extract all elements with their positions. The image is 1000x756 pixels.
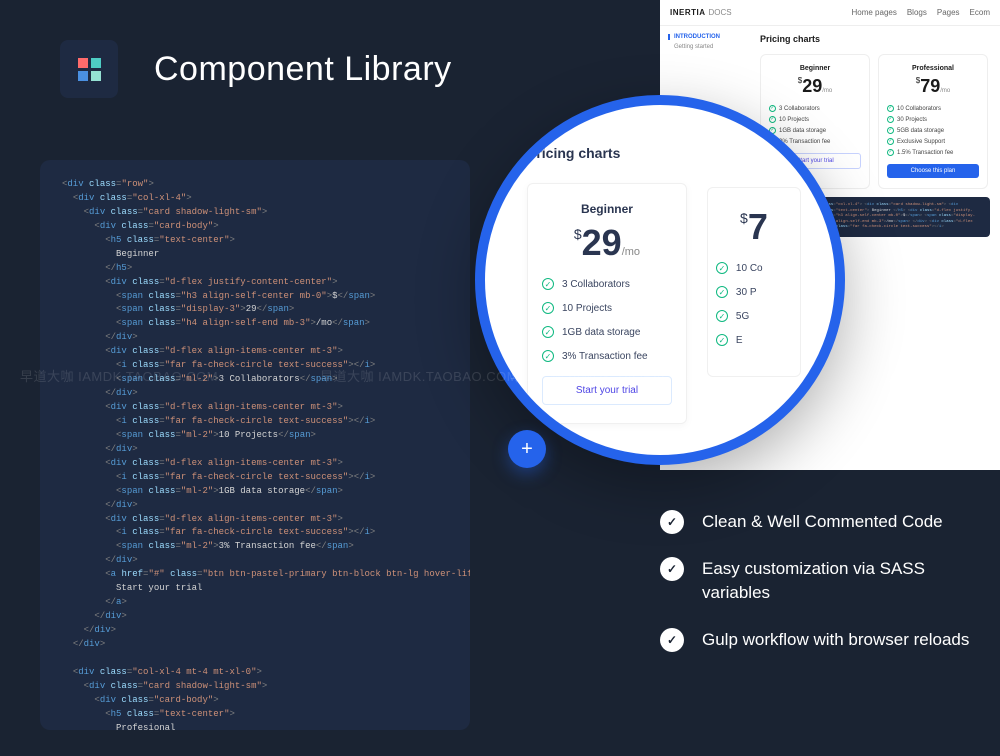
zoom-feature: ✓3% Transaction fee: [542, 350, 672, 362]
check-icon: ✓: [887, 105, 894, 112]
check-icon: ✓: [542, 350, 554, 362]
zoom-feature: ✓3 Collaborators: [542, 278, 672, 290]
zoom-feature: ✓10 Projects: [542, 302, 672, 314]
feature-item: ✓30 Projects: [887, 116, 979, 123]
feature-text: Easy customization via SASS variables: [702, 557, 980, 606]
zoom-lens: Pricing charts Beginner $29/mo ✓3 Collab…: [475, 95, 845, 465]
pricing-card: Professional $79/mo ✓10 Collaborators ✓30 P…: [878, 54, 988, 189]
check-icon: ✓: [887, 127, 894, 134]
nav-link[interactable]: Ecom: [970, 8, 990, 17]
check-icon: ✓: [660, 628, 684, 652]
zoom-feature: ✓30 P: [716, 286, 792, 298]
zoom-cta-button[interactable]: Start your trial: [542, 376, 672, 405]
feature-item: ✓3 Collaborators: [769, 105, 861, 112]
nav-link[interactable]: Home pages: [851, 8, 896, 17]
docs-brand-sub: DOCS: [709, 8, 732, 17]
docs-navbar: INERTIA DOCS Home pages Blogs Pages Ecom: [660, 0, 1000, 26]
feature-item: ✓10 Projects: [769, 116, 861, 123]
check-icon: ✓: [716, 262, 728, 274]
check-icon: ✓: [887, 149, 894, 156]
check-icon: ✓: [542, 278, 554, 290]
feature-row: ✓ Easy customization via SASS variables: [660, 557, 980, 606]
zoom-card-right: $7 ✓10 Co✓30 P✓5G✓E: [707, 187, 801, 377]
sidebar-intro[interactable]: INTRODUCTION: [668, 34, 742, 40]
nav-link[interactable]: Pages: [937, 8, 960, 17]
check-icon: ✓: [769, 105, 776, 112]
feature-item: ✓10 Collaborators: [887, 105, 979, 112]
nav-link[interactable]: Blogs: [907, 8, 927, 17]
price: $29/mo: [769, 76, 861, 97]
feature-item: ✓Exclusive Support: [887, 138, 979, 145]
check-icon: ✓: [660, 510, 684, 534]
zoom-feature: ✓E: [716, 334, 792, 346]
zoom-feature: ✓5G: [716, 310, 792, 322]
check-icon: ✓: [716, 286, 728, 298]
check-icon: ✓: [887, 116, 894, 123]
feature-row: ✓ Gulp workflow with browser reloads: [660, 628, 980, 653]
zoom-feature: ✓10 Co: [716, 262, 792, 274]
feature-list: ✓ Clean & Well Commented Code ✓ Easy custom…: [660, 510, 980, 675]
feature-item: ✓5GB data storage: [887, 127, 979, 134]
feature-row: ✓ Clean & Well Commented Code: [660, 510, 980, 535]
code-panel: <div class="row"> <div class="col-xl-4">…: [40, 160, 470, 730]
tier-name: Beginner: [769, 65, 861, 72]
price: $79/mo: [887, 76, 979, 97]
docs-brand: INERTIA: [670, 8, 706, 17]
zoom-feature: ✓1GB data storage: [542, 326, 672, 338]
plus-button[interactable]: +: [508, 430, 546, 468]
feature-text: Gulp workflow with browser reloads: [702, 628, 969, 653]
check-icon: ✓: [769, 116, 776, 123]
zoom-card-beginner: Beginner $29/mo ✓3 Collaborators ✓10 Proj…: [527, 183, 687, 424]
cta-button[interactable]: Choose this plan: [887, 164, 979, 178]
check-icon: ✓: [542, 302, 554, 314]
check-icon: ✓: [542, 326, 554, 338]
feature-item: ✓1GB data storage: [769, 127, 861, 134]
sidebar-item[interactable]: Getting started: [668, 44, 742, 50]
zoom-price: $29/mo: [542, 222, 672, 264]
page-title: Component Library: [154, 50, 452, 89]
check-icon: ✓: [716, 310, 728, 322]
logo-icon: [60, 40, 118, 98]
feature-text: Clean & Well Commented Code: [702, 510, 943, 535]
check-icon: ✓: [660, 557, 684, 581]
check-icon: ✓: [716, 334, 728, 346]
tier-name: Professional: [887, 65, 979, 72]
docs-heading: Pricing charts: [760, 34, 990, 44]
zoom-tier: Beginner: [542, 202, 672, 216]
feature-item: ✓1.5% Transaction fee: [887, 149, 979, 156]
check-icon: ✓: [887, 138, 894, 145]
zoom-heading: Pricing charts: [527, 145, 687, 161]
